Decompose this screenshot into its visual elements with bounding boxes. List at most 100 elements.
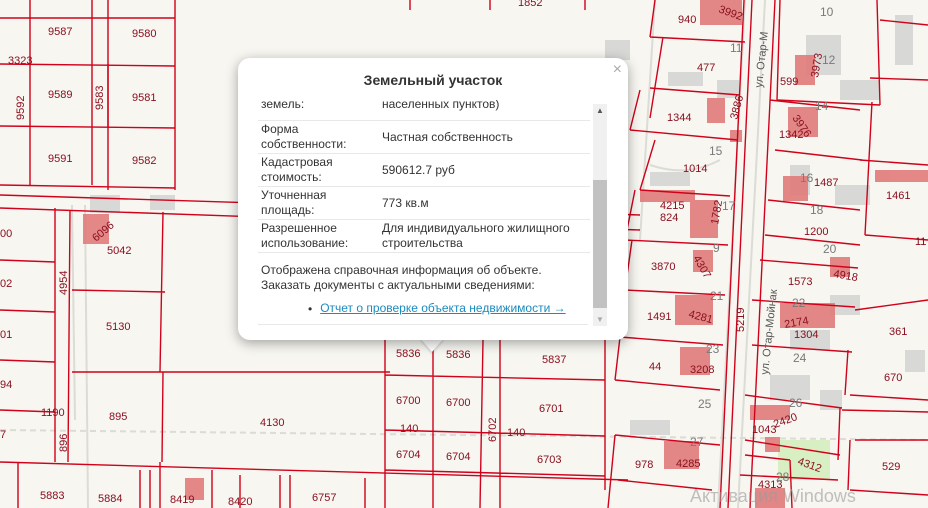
parcel-label: 1304 xyxy=(794,329,818,341)
parcel-label: 6704 xyxy=(446,451,470,463)
house-number: 26 xyxy=(789,396,803,410)
house-number: 21 xyxy=(710,289,724,303)
parcel-label: 9583 xyxy=(94,86,106,110)
parcel-label: 9591 xyxy=(48,153,72,165)
parcel-label: 529 xyxy=(882,461,900,473)
parcel-label: 670 xyxy=(884,372,902,384)
parcel-label: 9582 xyxy=(132,155,156,167)
house-number: 28 xyxy=(776,470,790,484)
parcel-label: 3870 xyxy=(651,261,675,273)
parcel-label: 6700 xyxy=(446,397,470,409)
parcel-label: 978 xyxy=(635,459,653,471)
info-text: Отображена справочная информация об объе… xyxy=(258,253,590,293)
parcel-label: 3208 xyxy=(690,364,714,376)
parcel-label: 6701 xyxy=(539,403,563,415)
row-label: Кадастровая стоимость: xyxy=(261,155,333,184)
parcel-label: 8420 xyxy=(228,496,252,508)
house-number: 14 xyxy=(815,99,829,113)
parcel-label: 1487 xyxy=(814,177,838,189)
info-line-1: Отображена справочная информация об объе… xyxy=(261,263,542,277)
row-value: Частная собственность xyxy=(382,129,513,144)
parcel-label: 9592 xyxy=(15,96,27,120)
parcel-label: 01 xyxy=(0,329,12,341)
popup-scroll-area[interactable]: земель: населенных пунктов) Форма собстве… xyxy=(258,100,608,326)
house-number: 27 xyxy=(690,435,704,449)
parcel-label: 5883 xyxy=(40,490,64,502)
street-label-otar-moynak: ул. Отар-Мойнак xyxy=(759,289,780,376)
parcel-label: 477 xyxy=(697,62,715,74)
house-number: 15 xyxy=(709,144,723,158)
parcel-label: 896 xyxy=(58,434,70,452)
parcel-label: 361 xyxy=(889,326,907,338)
street-label-otar-m: ул. Отар-М xyxy=(753,31,771,88)
house-number: 18 xyxy=(810,203,824,217)
parcel-label: 1043 xyxy=(752,424,776,436)
parcel-label: 5884 xyxy=(98,493,122,505)
popup-pointer xyxy=(420,338,444,352)
parcel-label: 5836 xyxy=(396,348,420,360)
parcel-label: 1200 xyxy=(804,226,828,238)
parcel-label: 7 xyxy=(0,429,6,441)
parcel-label: 44 xyxy=(649,361,661,373)
property-check-report-link[interactable]: Отчет о проверке объекта недвижимости → xyxy=(320,301,565,316)
popup-scrollbar[interactable]: ▲ ▼ xyxy=(593,104,607,326)
house-number: 11 xyxy=(730,41,743,55)
row-label: Форма собственности: xyxy=(261,122,347,151)
parcel-label: 1491 xyxy=(647,311,671,323)
parcel-label: 4215 xyxy=(660,200,684,212)
parcel-label: 1461 xyxy=(886,190,910,202)
parcel-label: 00 xyxy=(0,228,12,240)
land-plot-popup: Земельный участок × земель: населенных пу… xyxy=(238,58,628,340)
house-number: 10 xyxy=(820,5,834,19)
row-value: 590612.7 руб xyxy=(382,162,455,177)
divider xyxy=(258,324,588,325)
row-ownership: Форма собственности: Частная собственност… xyxy=(258,121,590,154)
scroll-up-icon[interactable]: ▲ xyxy=(596,106,604,115)
parcel-label: 6700 xyxy=(396,395,420,407)
parcel-label: 940 xyxy=(678,14,696,26)
scrollbar-thumb[interactable] xyxy=(593,180,607,308)
popup-title: Земельный участок xyxy=(363,72,503,88)
parcel-label: 6704 xyxy=(396,449,420,461)
parcel-label: 1190 xyxy=(41,407,65,419)
parcel-label: 5219 xyxy=(735,308,747,332)
report-list-item: • Отчет о проверке объекта недвижимости … xyxy=(308,301,590,316)
row-value: 773 кв.м xyxy=(382,195,429,210)
parcel-label: 824 xyxy=(660,212,678,224)
parcel-label: 3323 xyxy=(8,55,32,67)
house-number: 20 xyxy=(823,242,837,256)
parcel-label: 4918 xyxy=(832,268,858,284)
row-value: Для индивидуального жилищного строительс… xyxy=(382,221,570,250)
bullet: • xyxy=(308,301,313,316)
parcel-label: 4130 xyxy=(260,417,284,429)
parcel-label: 5130 xyxy=(106,321,130,333)
parcel-label: 4954 xyxy=(58,271,70,295)
close-icon[interactable]: × xyxy=(613,61,622,79)
parcel-label: 8419 xyxy=(170,494,194,506)
house-number: 16 xyxy=(800,171,814,185)
parcel-label: 94 xyxy=(0,379,12,391)
parcel-label: 9587 xyxy=(48,26,72,38)
scroll-down-icon[interactable]: ▼ xyxy=(596,315,604,324)
house-number: 9 xyxy=(713,241,720,255)
info-line-2: Заказать документы с актуальными сведени… xyxy=(261,278,535,292)
row-land-category: земель: населенных пунктов) xyxy=(258,100,590,121)
parcel-label: 9581 xyxy=(132,92,156,104)
parcel-label: 6757 xyxy=(312,492,336,504)
parcel-label: 5836 xyxy=(446,349,470,361)
house-number: 25 xyxy=(698,397,712,411)
row-permitted-use: Разрешенное использование: Для индивидуал… xyxy=(258,220,590,253)
parcel-label: 4285 xyxy=(676,458,700,470)
parcel-label: 1852 xyxy=(518,0,542,9)
parcel-label: 1344 xyxy=(667,112,691,124)
parcel-label: 599 xyxy=(780,76,798,88)
parcel-label: 895 xyxy=(109,411,127,423)
row-area: Уточненная площадь: 773 кв.м xyxy=(258,187,590,220)
row-label: земель: xyxy=(261,100,305,111)
house-number: 23 xyxy=(706,342,720,356)
parcel-label: 6702 xyxy=(487,418,499,442)
parcel-label: 5042 xyxy=(107,245,131,257)
parcel-label: 1014 xyxy=(683,163,707,175)
parcel-label: 6703 xyxy=(537,454,561,466)
row-label: Разрешенное использование: xyxy=(261,221,349,250)
